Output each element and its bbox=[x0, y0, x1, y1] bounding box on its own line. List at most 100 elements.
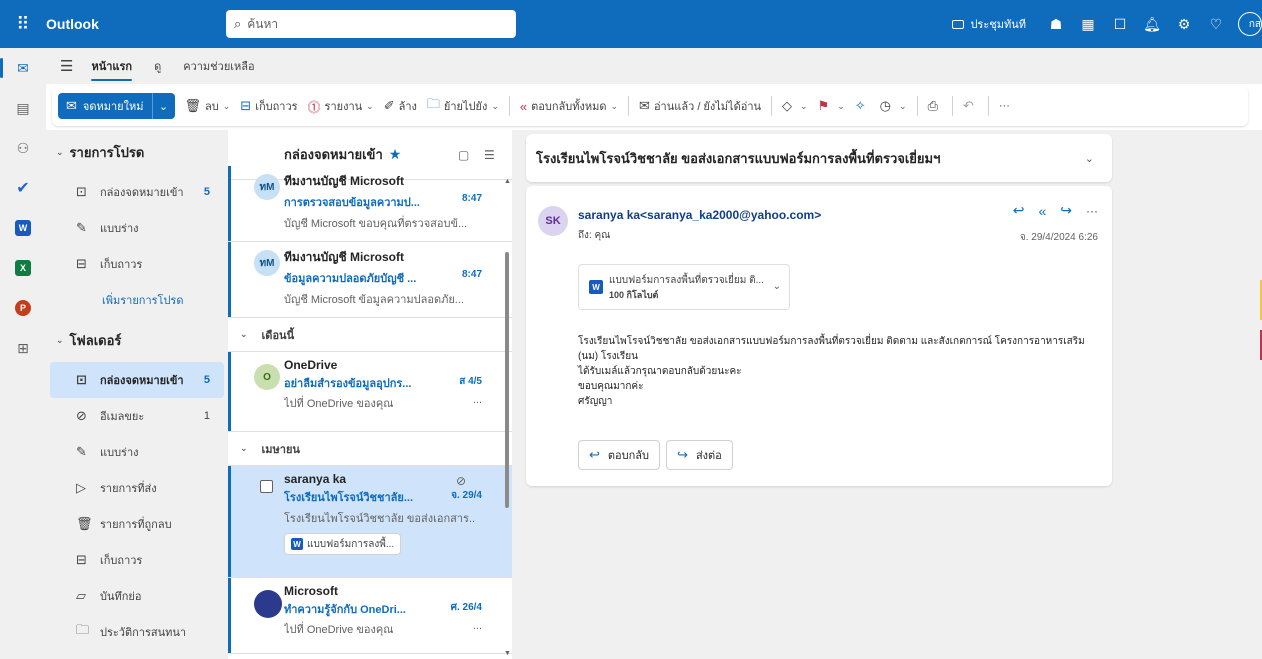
excel-icon[interactable]: X bbox=[0, 248, 46, 288]
reply-all-icon[interactable]: « bbox=[1038, 203, 1046, 219]
junk-icon: ⊘ bbox=[76, 408, 87, 423]
folder-notes[interactable]: ▱ บันทึกย่อ bbox=[50, 578, 224, 614]
account-avatar[interactable]: กส bbox=[1238, 12, 1262, 36]
conversation-subject: โรงเรียนไพโรจน์วิชชาลัย ขอส่งเอกสารแบบฟอ… bbox=[536, 150, 941, 166]
folder-sent[interactable]: ▷ รายการที่ส่ง bbox=[50, 470, 224, 506]
search-input[interactable]: ค้นหา bbox=[247, 15, 278, 34]
app-launcher-icon[interactable]: ⠿ bbox=[0, 0, 46, 48]
chevron-down-icon[interactable]: ⌄ bbox=[223, 101, 231, 112]
hamburger-icon[interactable]: ☰ bbox=[60, 57, 73, 75]
group-header-april[interactable]: ⌄ เมษายน bbox=[228, 432, 512, 466]
report-button[interactable]: ⓵ รายงาน ⌄ bbox=[308, 97, 374, 116]
message-sender: saranya ka bbox=[284, 472, 347, 486]
attachment-chip[interactable]: W แบบฟอร์มการลงพื้... bbox=[284, 533, 402, 555]
folder-inbox[interactable]: ⊡ กล่องจดหมายเข้า 5 bbox=[50, 362, 224, 398]
forward-icon[interactable]: ↪ bbox=[1060, 202, 1072, 219]
snooze-button[interactable]: ◷ ⌄ bbox=[880, 98, 907, 114]
folder-conversation-history[interactable]: 🗀︎ ประวัติการสนทนา bbox=[50, 614, 224, 650]
app-name[interactable]: Outlook bbox=[46, 16, 228, 32]
read-unread-button[interactable]: ✉ อ่านแล้ว / ยังไม่ได้อ่าน bbox=[639, 97, 761, 115]
new-mail-label: จดหมายใหม่ bbox=[82, 101, 144, 113]
folder-archive[interactable]: ⊟ เก็บถาวร bbox=[50, 542, 224, 578]
reply-button[interactable]: ↩ ตอบกลับ bbox=[578, 440, 661, 470]
attachment-card[interactable]: W แบบฟอร์มการลงพื้นที่ตรวจเยี่ยม ติ... 1… bbox=[578, 264, 790, 310]
sender-avatar[interactable]: SK bbox=[538, 206, 568, 236]
scroll-down-icon[interactable]: ▼ bbox=[504, 650, 511, 657]
todo-check-icon[interactable]: ✔ bbox=[0, 168, 46, 208]
flag-button[interactable]: ⚑ ⌄ bbox=[818, 98, 845, 114]
list-item-selected[interactable]: ⊘ saranya ka โรงเรียนไพโรจน์วิชชาลัย... จ… bbox=[228, 466, 512, 578]
favorites-header[interactable]: ⌄ รายการโปรด bbox=[46, 130, 228, 174]
list-item[interactable]: Microsoft ทำความรู้จักกับ OneDri... ศ. 26… bbox=[228, 578, 512, 654]
chevron-down-icon[interactable]: ⌄ bbox=[800, 101, 808, 112]
move-to-button[interactable]: 🗀︎ ย้ายไปยัง ⌄ bbox=[427, 95, 499, 117]
tab-home[interactable]: หน้าแรก bbox=[91, 57, 132, 81]
sender-address[interactable]: saranya ka<saranya_ka2000@yahoo.com> bbox=[578, 208, 821, 222]
folders-header[interactable]: ⌄ โฟลเดอร์ bbox=[46, 318, 228, 362]
word-icon[interactable]: W bbox=[0, 208, 46, 248]
chevron-down-icon[interactable]: ⌄ bbox=[611, 101, 619, 112]
chevron-down-icon[interactable]: ⌄ bbox=[153, 100, 175, 113]
more-apps-icon[interactable]: ⊞ bbox=[0, 328, 46, 368]
pin-button[interactable]: ✧ bbox=[855, 98, 870, 114]
powerpoint-icon[interactable]: P bbox=[0, 288, 46, 328]
chevron-down-icon[interactable]: ⌄ bbox=[491, 101, 499, 112]
bell-icon[interactable]: 🔔︎ bbox=[1136, 16, 1168, 33]
star-icon[interactable]: ★ bbox=[389, 146, 402, 163]
calendar-icon[interactable]: ▤ bbox=[0, 88, 46, 128]
pencil-icon: ✎ bbox=[76, 444, 87, 459]
forward-button[interactable]: ↪ ส่งต่อ bbox=[666, 440, 733, 470]
reply-icon[interactable]: ↩ bbox=[1013, 202, 1025, 219]
reply-all-icon: « bbox=[519, 98, 528, 114]
select-checkbox[interactable] bbox=[260, 480, 273, 493]
people-icon[interactable]: ⚇ bbox=[0, 128, 46, 168]
delete-button[interactable]: 🗑︎ ลบ ⌄ bbox=[185, 97, 231, 115]
print-button[interactable]: ⎙ bbox=[928, 98, 942, 114]
group-header-this-month[interactable]: ⌄ เดือนนี้ bbox=[228, 318, 512, 352]
folder-label: เก็บถาวร bbox=[100, 555, 143, 567]
gear-icon[interactable]: ⚙ bbox=[1168, 16, 1200, 33]
chevron-down-icon: ⌄ bbox=[56, 334, 64, 345]
scroll-up-icon[interactable]: ▲ bbox=[504, 178, 511, 185]
chevron-down-icon[interactable]: ⌄ bbox=[366, 101, 374, 112]
chevron-down-icon[interactable]: ⌄ bbox=[1085, 152, 1094, 165]
teams-icon[interactable]: ☗ bbox=[1040, 16, 1072, 33]
favorite-drafts[interactable]: ✎ แบบร่าง bbox=[50, 210, 224, 246]
avatar: ทM bbox=[254, 250, 280, 276]
folder-drafts[interactable]: ✎ แบบร่าง bbox=[50, 434, 224, 470]
sweep-button[interactable]: ✐ ล้าง bbox=[384, 97, 417, 115]
filter-icon[interactable]: ☰ bbox=[484, 148, 495, 162]
more-icon[interactable]: ··· bbox=[1086, 204, 1098, 218]
onenote-icon[interactable]: ▦ bbox=[1072, 16, 1104, 33]
message-list-scrollbar[interactable]: ▲ ▼ bbox=[502, 176, 512, 659]
more-options-button[interactable]: ··· bbox=[999, 100, 1010, 112]
chevron-down-icon[interactable]: ⌄ bbox=[773, 281, 781, 292]
list-item[interactable]: ทM ทีมงานบัญชี Microsoft ข้อมูลความปลอดภ… bbox=[228, 242, 512, 318]
tab-help[interactable]: ความช่วยเหลือ bbox=[183, 57, 254, 75]
chevron-down-icon[interactable]: ⌄ bbox=[837, 101, 845, 112]
undo-button[interactable]: ↶ bbox=[963, 98, 978, 114]
chevron-down-icon[interactable]: ⌄ bbox=[899, 101, 907, 112]
categorize-button[interactable]: ◇ ⌄ bbox=[782, 98, 808, 114]
tips-icon[interactable]: ♡ bbox=[1200, 16, 1232, 33]
favorite-archive[interactable]: ⊟ เก็บถาวร bbox=[50, 246, 224, 282]
unread-count: 5 bbox=[203, 186, 210, 198]
new-mail-button[interactable]: ✉ จดหมายใหม่ ⌄ bbox=[58, 93, 175, 119]
folder-junk[interactable]: ⊘ อีเมลขยะ 1 bbox=[50, 398, 224, 434]
scroll-thumb[interactable] bbox=[505, 252, 509, 508]
favorite-inbox[interactable]: ⊡ กล่องจดหมายเข้า 5 bbox=[50, 174, 224, 210]
add-favorite-link[interactable]: เพิ่มรายการโปรด bbox=[50, 282, 224, 318]
list-item[interactable]: O OneDrive อย่าลืมสำรองข้อมูลอุปกร... ส 4… bbox=[228, 352, 512, 432]
forward-icon: ↪ bbox=[677, 447, 688, 462]
list-item[interactable]: ทM ทีมงานบัญชี Microsoft การตรวจสอบข้อมู… bbox=[228, 166, 512, 242]
select-mode-icon[interactable]: ▢ bbox=[458, 148, 469, 162]
search-box[interactable]: ⌕ ค้นหา bbox=[226, 10, 516, 38]
mail-icon[interactable]: ✉ bbox=[0, 48, 46, 88]
todo-icon[interactable]: ☐ bbox=[1104, 16, 1136, 33]
shield-icon: ⓵ bbox=[307, 99, 321, 115]
meet-now-button[interactable]: ประชุมทันที bbox=[952, 15, 1026, 33]
folder-deleted[interactable]: 🗑︎ รายการที่ถูกลบ bbox=[50, 506, 224, 542]
archive-button[interactable]: ⊟ เก็บถาวร bbox=[240, 97, 297, 115]
reply-all-button[interactable]: «ตอบกลับทั้งหมด ⌄ bbox=[520, 97, 618, 115]
tab-view[interactable]: ดู bbox=[154, 57, 161, 75]
